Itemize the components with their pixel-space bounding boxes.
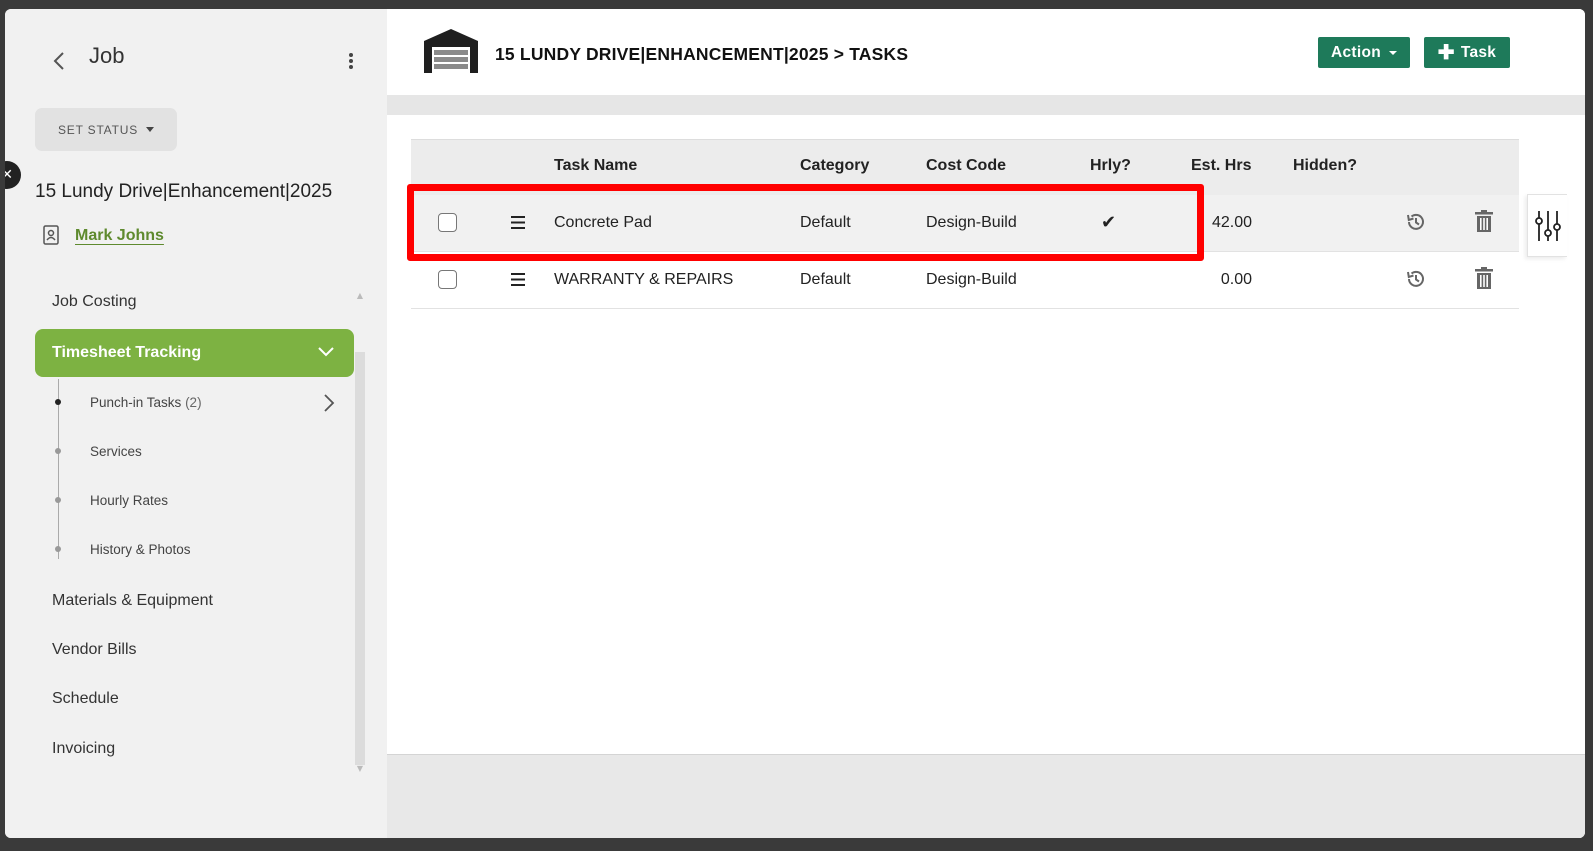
chevron-right-icon[interactable] — [323, 393, 335, 413]
sidebar-item-timesheet-tracking[interactable]: Timesheet Tracking — [35, 329, 354, 377]
sidebar-sub-item-services[interactable]: Services — [90, 444, 142, 459]
add-task-button[interactable]: ✚ Task — [1424, 37, 1510, 68]
cell-est-hrs: 0.00 — [1220, 271, 1252, 288]
job-name: 15 Lundy Drive|Enhancement|2025 — [35, 181, 333, 202]
set-status-label: SET STATUS — [57, 122, 138, 137]
column-header-category[interactable]: Category — [800, 157, 869, 175]
sidebar-item-materials-equipment[interactable]: Materials & Equipment — [52, 592, 213, 610]
column-header-task-name[interactable]: Task Name — [554, 157, 637, 175]
column-header-est-hrs[interactable]: Est. Hrs — [1191, 157, 1251, 175]
page-header: 15 LUNDY DRIVE|ENHANCEMENT|2025 > TASKS … — [387, 9, 1585, 95]
caret-down-icon — [146, 127, 154, 132]
sub-nav-connector — [58, 379, 59, 559]
sub-item-label: Punch-in Tasks — [90, 395, 182, 410]
history-icon[interactable] — [1405, 268, 1427, 290]
set-status-button[interactable]: SET STATUS — [35, 108, 177, 151]
plus-icon: ✚ — [1437, 41, 1455, 64]
task-button-label: Task — [1460, 43, 1497, 61]
sub-nav-dot — [55, 497, 61, 503]
sidebar-item-label: Timesheet Tracking — [52, 344, 202, 361]
sidebar-sub-item-punch-in-tasks[interactable]: Punch-in Tasks (2) — [90, 395, 202, 410]
cell-task-name: WARRANTY & REPAIRS — [554, 271, 734, 288]
scroll-down-icon[interactable]: ▼ — [355, 764, 365, 774]
sidebar: Job SET STATUS ✕ 15 Lundy Drive|Enhancem… — [5, 9, 393, 838]
sidebar-item-vendor-bills[interactable]: Vendor Bills — [52, 641, 137, 659]
sidebar-sub-item-hourly-rates[interactable]: Hourly Rates — [90, 493, 168, 508]
column-header-cost-code[interactable]: Cost Code — [926, 157, 1006, 175]
action-button-label: Action — [1330, 43, 1382, 61]
main-content: 15 LUNDY DRIVE|ENHANCEMENT|2025 > TASKS … — [387, 9, 1585, 838]
sidebar-scrollbar[interactable] — [355, 352, 365, 765]
page-title: 15 LUNDY DRIVE|ENHANCEMENT|2025 > TASKS — [495, 44, 909, 64]
sidebar-title: Job — [89, 43, 125, 68]
cell-cost-code: Design-Build — [926, 271, 1017, 288]
cell-category: Default — [800, 271, 851, 288]
sub-nav-dot — [55, 546, 61, 552]
history-icon[interactable] — [1405, 211, 1427, 233]
action-dropdown-button[interactable]: Action — [1318, 37, 1410, 68]
back-icon[interactable] — [49, 49, 69, 73]
more-vertical-icon[interactable] — [343, 49, 359, 73]
column-header-hourly[interactable]: Hrly? — [1090, 157, 1131, 175]
app-window: Job SET STATUS ✕ 15 Lundy Drive|Enhancem… — [5, 9, 1585, 838]
sidebar-item-invoicing[interactable]: Invoicing — [52, 740, 115, 758]
drag-handle-icon[interactable] — [511, 273, 525, 286]
garage-icon — [424, 29, 478, 73]
column-header-hidden[interactable]: Hidden? — [1293, 157, 1357, 175]
contact-link[interactable]: Mark Johns — [75, 227, 164, 245]
contact-card-icon — [43, 225, 59, 245]
sidebar-item-schedule[interactable]: Schedule — [52, 690, 119, 708]
chevron-down-icon — [318, 347, 334, 357]
sidebar-sub-item-history-photos[interactable]: History & Photos — [90, 542, 191, 557]
footer-area — [387, 754, 1585, 838]
close-icon[interactable]: ✕ — [5, 161, 21, 189]
caret-down-icon — [1389, 50, 1398, 55]
sub-nav-dot — [55, 399, 61, 405]
filter-sliders-icon[interactable] — [1527, 194, 1567, 257]
sub-nav-dot — [55, 448, 61, 454]
sidebar-item-job-costing[interactable]: Job Costing — [52, 293, 137, 311]
highlight-annotation — [407, 184, 1204, 261]
scroll-up-icon[interactable]: ▲ — [355, 291, 365, 301]
trash-icon[interactable] — [1475, 210, 1493, 232]
row-checkbox[interactable] — [438, 270, 457, 289]
sub-item-count: (2) — [185, 395, 202, 410]
trash-icon[interactable] — [1475, 267, 1493, 289]
header-divider — [387, 95, 1585, 115]
